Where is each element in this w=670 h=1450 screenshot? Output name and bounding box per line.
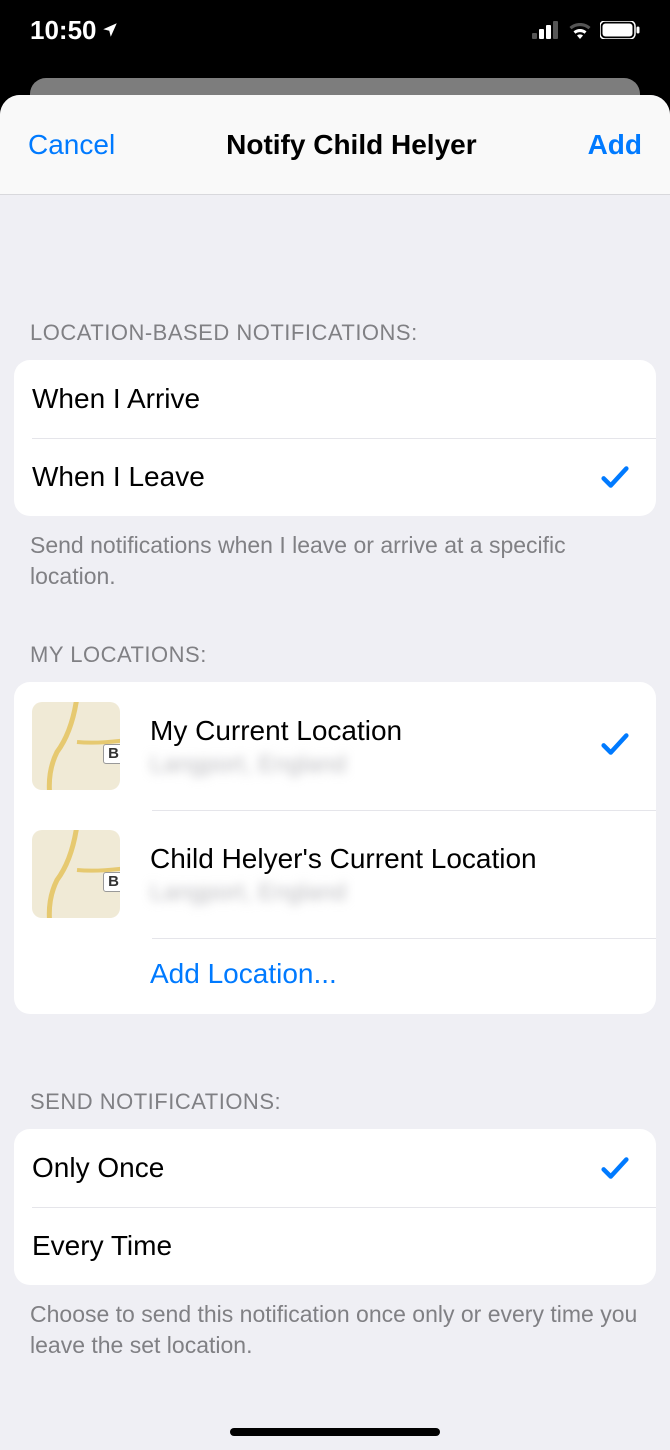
option-only-once[interactable]: Only Once <box>14 1129 656 1207</box>
section-header-my-locations: MY LOCATIONS: <box>0 642 670 678</box>
checkmark-icon <box>598 460 632 494</box>
status-bar: 10:50 <box>0 0 670 60</box>
navigation-bar: Cancel Notify Child Helyer Add <box>0 95 670 195</box>
location-subtitle: Langport, England <box>150 879 632 907</box>
section-footer-location-based: Send notifications when I leave or arriv… <box>0 516 670 592</box>
wifi-icon <box>568 21 592 39</box>
location-based-group: When I Arrive When I Leave <box>14 360 656 516</box>
checkmark-icon <box>598 1151 632 1185</box>
section-header-location-based: LOCATION-BASED NOTIFICATIONS: <box>0 320 670 356</box>
option-label: Every Time <box>32 1230 632 1262</box>
add-button[interactable]: Add <box>588 129 642 161</box>
modal-sheet: Cancel Notify Child Helyer Add LOCATION-… <box>0 95 670 1450</box>
status-time: 10:50 <box>30 15 119 46</box>
location-title: Child Helyer's Current Location <box>150 841 632 877</box>
map-thumbnail: B <box>32 702 120 790</box>
my-locations-group: B My Current Location Langport, England … <box>14 682 656 1014</box>
option-label: Only Once <box>32 1152 598 1184</box>
send-notifications-group: Only Once Every Time <box>14 1129 656 1285</box>
status-time-text: 10:50 <box>30 15 97 46</box>
battery-icon <box>600 21 640 39</box>
add-location-link: Add Location... <box>150 958 337 990</box>
option-every-time[interactable]: Every Time <box>14 1207 656 1285</box>
option-when-i-leave[interactable]: When I Leave <box>14 438 656 516</box>
home-indicator <box>230 1428 440 1436</box>
page-title: Notify Child Helyer <box>226 129 476 161</box>
checkmark-icon <box>598 727 632 761</box>
option-label: When I Arrive <box>32 383 632 415</box>
map-badge: B <box>103 744 120 764</box>
location-child-current[interactable]: B Child Helyer's Current Location Langpo… <box>14 810 656 938</box>
location-my-current[interactable]: B My Current Location Langport, England <box>14 682 656 810</box>
map-thumbnail: B <box>32 830 120 918</box>
section-header-send-notifications: SEND NOTIFICATIONS: <box>0 1089 670 1125</box>
location-arrow-icon <box>101 21 119 39</box>
cellular-icon <box>532 21 560 39</box>
location-title: My Current Location <box>150 713 588 749</box>
location-subtitle: Langport, England <box>150 751 588 779</box>
content: LOCATION-BASED NOTIFICATIONS: When I Arr… <box>0 320 670 1401</box>
option-label: When I Leave <box>32 461 598 493</box>
map-badge: B <box>103 872 120 892</box>
section-footer-send-notifications: Choose to send this notification once on… <box>0 1285 670 1361</box>
status-indicators <box>532 21 640 39</box>
add-location-row[interactable]: Add Location... <box>14 938 656 1014</box>
option-when-i-arrive[interactable]: When I Arrive <box>14 360 656 438</box>
cancel-button[interactable]: Cancel <box>28 129 115 161</box>
